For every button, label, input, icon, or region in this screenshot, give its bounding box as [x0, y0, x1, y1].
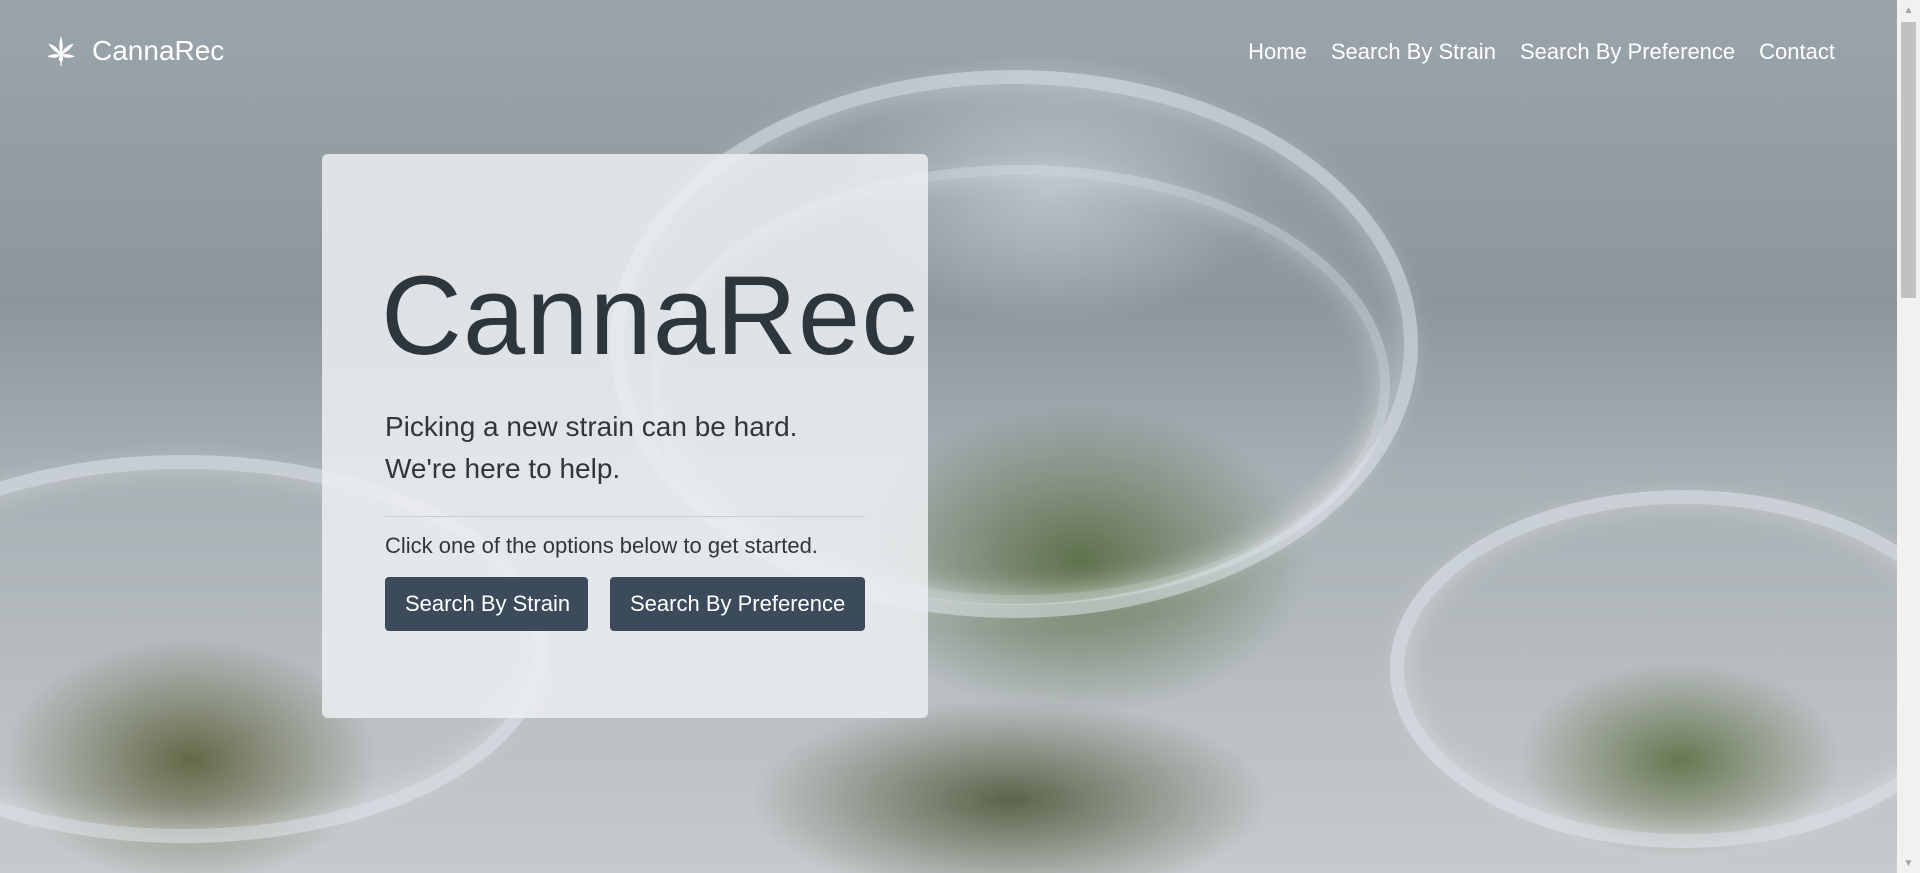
brand-link[interactable]: CannaRec: [44, 34, 224, 68]
hero-divider: [385, 516, 865, 517]
hero-button-row: Search By Strain Search By Preference: [385, 577, 866, 631]
hero-title: CannaRec: [381, 253, 919, 378]
hero-card: CannaRec Picking a new strain can be har…: [322, 154, 928, 718]
cannabis-leaf-icon: [47, 36, 75, 66]
nav-link-contact[interactable]: Contact: [1759, 38, 1835, 66]
hero-subtext: Click one of the options below to get st…: [385, 533, 818, 558]
vertical-scrollbar[interactable]: ▲ ▼: [1897, 0, 1920, 873]
brand-name: CannaRec: [92, 35, 225, 66]
scrollbar-thumb[interactable]: [1901, 22, 1916, 298]
nav-links: Home Search By Strain Search By Preferen…: [1224, 38, 1835, 66]
navbar: CannaRec Home Search By Strain Search By…: [0, 0, 1897, 104]
hero-lead-line-2: We're here to help.: [385, 453, 621, 484]
search-by-preference-button[interactable]: Search By Preference: [610, 577, 866, 631]
search-by-strain-button[interactable]: Search By Strain: [385, 577, 588, 631]
page-viewport: CannaRec Home Search By Strain Search By…: [0, 0, 1897, 873]
nav-link-search-by-strain[interactable]: Search By Strain: [1331, 38, 1496, 66]
nav-link-search-by-preference[interactable]: Search By Preference: [1520, 38, 1735, 66]
hero-lead: Picking a new strain can be hard. We're …: [385, 406, 866, 490]
scroll-down-arrow-icon[interactable]: ▼: [1897, 853, 1920, 873]
nav-link-home[interactable]: Home: [1248, 38, 1307, 66]
hero-lead-line-1: Picking a new strain can be hard.: [385, 411, 798, 442]
scroll-up-arrow-icon[interactable]: ▲: [1897, 0, 1920, 20]
